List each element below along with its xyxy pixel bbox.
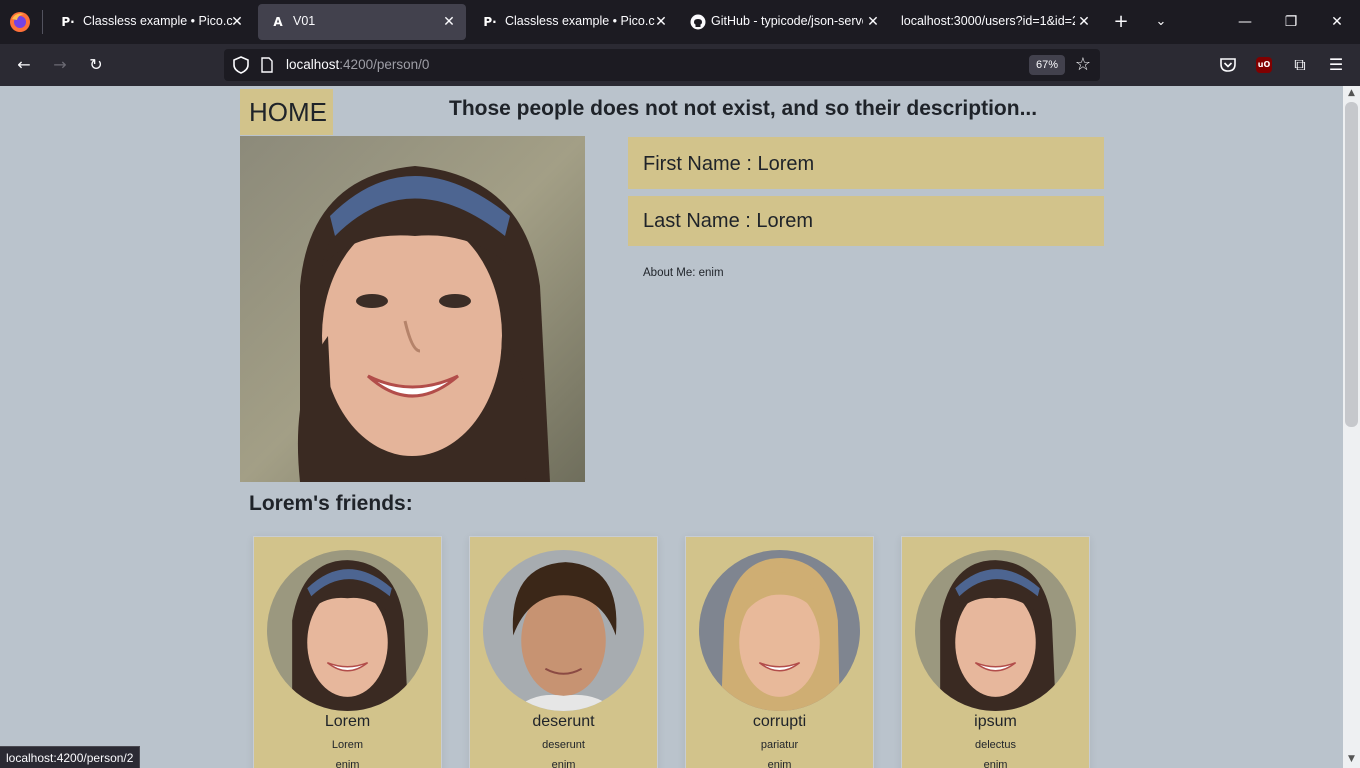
friend-last-name: deserunt [542,739,585,751]
home-link[interactable]: HOME [240,89,333,135]
app-menu-icon[interactable]: ☰ [1326,55,1346,75]
firefox-icon[interactable] [8,10,32,34]
friend-about: enim [767,759,792,768]
tab-title: Classless example • Pico.css [83,14,233,28]
friend-avatar-image [483,550,644,711]
list-all-tabs-icon[interactable]: ⌄ [1151,12,1171,32]
pico-favicon-icon: P· [61,15,75,29]
person-portrait-image [240,136,585,482]
friend-name[interactable]: ipsum [902,713,1089,731]
friend-avatar-image [699,550,860,711]
about-me-text: About Me: enim [643,267,724,279]
tab-divider [42,10,43,34]
tab-title: localhost:3000/users?id=1&id=28 [901,14,1075,28]
close-tab-icon[interactable]: ✕ [1075,13,1093,31]
navigation-toolbar: ← → ↻ localhost:4200/person/0 67% ☆ uO ⧉… [0,44,1360,86]
tab-strip: P· Classless example • Pico.css ✕ A V01 … [0,0,1360,44]
close-tab-icon[interactable]: ✕ [864,13,882,31]
url-text[interactable]: localhost:4200/person/0 [286,57,429,72]
friend-name[interactable]: Lorem [254,713,441,731]
url-path: :4200/person/0 [339,57,430,72]
tracking-protection-icon[interactable] [232,56,250,74]
bookmark-star-icon[interactable]: ☆ [1072,54,1094,76]
friend-about: enim [983,759,1008,768]
friend-about: enim [551,759,576,768]
page-tagline: Those people does not not exist, and so … [449,97,1038,120]
tab-v01[interactable]: A V01 ✕ [258,4,466,40]
scroll-down-icon[interactable]: ▼ [1343,752,1360,766]
friend-last-name: pariatur [760,739,799,751]
close-window-icon[interactable]: ✕ [1325,10,1349,34]
tab-title: Classless example • Pico.css [505,14,655,28]
extensions-icon[interactable]: ⧉ [1290,55,1310,75]
url-host: localhost [286,57,340,72]
link-status-tooltip: localhost:4200/person/2 [0,746,141,768]
friend-avatar-image [267,550,428,711]
close-tab-icon[interactable]: ✕ [228,13,246,31]
pocket-icon[interactable] [1218,55,1238,75]
new-tab-icon[interactable]: + [1111,12,1131,32]
tab-title: GitHub - typicode/json-serve [711,14,863,28]
back-icon[interactable]: ← [12,54,36,76]
scroll-up-icon[interactable]: ▲ [1343,86,1360,100]
friend-last-name: Lorem [331,739,364,751]
tab-pico-2[interactable]: P· Classless example • Pico.css ✕ [470,4,676,40]
tab-localhost-3000[interactable]: localhost:3000/users?id=1&id=28 ✕ [890,4,1098,40]
ublock-origin-icon[interactable]: uO [1256,57,1272,73]
minimize-icon[interactable]: — [1233,10,1257,34]
address-bar[interactable]: localhost:4200/person/0 67% ☆ [224,49,1100,81]
github-icon [690,14,706,30]
tab-github[interactable]: GitHub - typicode/json-serve ✕ [680,4,886,40]
page-content: HOME Those people does not not exist, an… [0,86,1343,768]
last-name-field: Last Name : Lorem [628,196,1104,246]
pico-favicon-icon: P· [483,15,497,29]
scrollbar-thumb[interactable] [1345,102,1358,427]
friends-heading: Lorem's friends: [249,492,413,515]
first-name-field: First Name : Lorem [628,137,1104,189]
friend-card[interactable]: Lorem Lorem enim [253,536,442,768]
friend-card[interactable]: deserunt deserunt enim [469,536,658,768]
friend-name[interactable]: deserunt [470,713,657,731]
page-info-icon[interactable] [260,57,274,73]
friend-last-name: delectus [975,739,1016,751]
restore-icon[interactable]: ❐ [1279,10,1303,34]
friend-card[interactable]: corrupti pariatur enim [685,536,874,768]
zoom-level-button[interactable]: 67% [1029,55,1065,75]
forward-icon[interactable]: → [48,54,72,76]
close-tab-icon[interactable]: ✕ [440,13,458,31]
tab-title: V01 [293,14,316,28]
reload-icon[interactable]: ↻ [84,54,108,76]
friend-card[interactable]: ipsum delectus enim [901,536,1090,768]
friend-about: enim [335,759,360,768]
close-tab-icon[interactable]: ✕ [652,13,670,31]
friend-name[interactable]: corrupti [686,713,873,731]
friend-avatar-image [915,550,1076,711]
page-scrollbar[interactable]: ▲ ▼ [1343,86,1360,768]
tab-pico-1[interactable]: P· Classless example • Pico.css ✕ [48,4,252,40]
angular-favicon-icon: A [273,15,283,29]
